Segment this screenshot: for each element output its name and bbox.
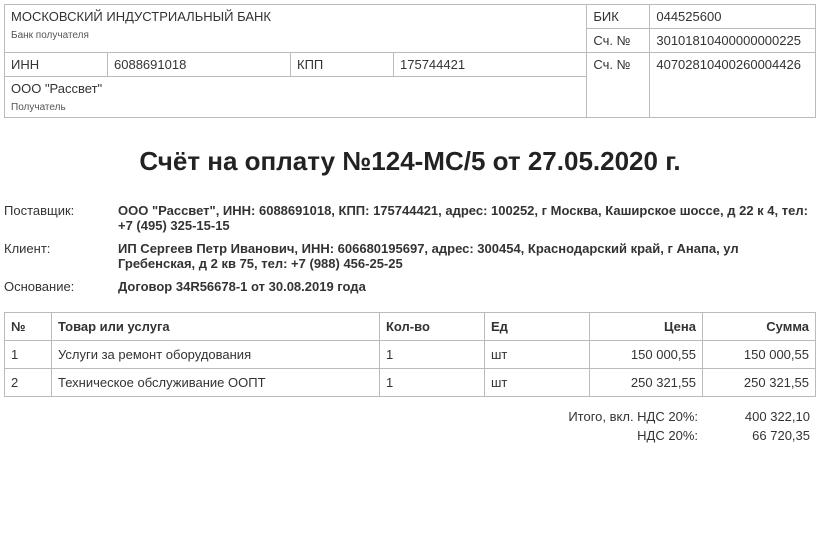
bank-requisites-table: МОСКОВСКИЙ ИНДУСТРИАЛЬНЫЙ БАНК Банк полу… xyxy=(4,4,816,118)
supplier-label: Поставщик: xyxy=(4,199,114,237)
recipient-bank-label: Банк получателя xyxy=(11,30,580,41)
bik-label: БИК xyxy=(587,5,650,29)
col-unit: Ед xyxy=(485,313,590,341)
cell-price: 250 321,55 xyxy=(590,369,703,397)
cell-unit: шт xyxy=(485,369,590,397)
recipient-label: Получатель xyxy=(11,102,580,113)
corr-account-label: Сч. № xyxy=(587,29,650,53)
invoice-title: Счёт на оплату №124-МС/5 от 27.05.2020 г… xyxy=(4,146,816,177)
total-value: 400 322,10 xyxy=(704,407,816,426)
col-sum: Сумма xyxy=(703,313,816,341)
kpp-value: 175744421 xyxy=(394,53,587,77)
col-name: Товар или услуга xyxy=(52,313,380,341)
cell-unit: шт xyxy=(485,341,590,369)
cell-price: 150 000,55 xyxy=(590,341,703,369)
cell-num: 2 xyxy=(5,369,52,397)
vat-value: 66 720,35 xyxy=(704,426,816,445)
col-qty: Кол-во xyxy=(380,313,485,341)
cell-sum: 250 321,55 xyxy=(703,369,816,397)
inn-label: ИНН xyxy=(5,53,108,77)
basis-value: Договор 34R56678-1 от 30.08.2019 года xyxy=(114,275,816,298)
cell-name: Услуги за ремонт оборудования xyxy=(52,341,380,369)
account-label: Сч. № xyxy=(587,53,650,118)
client-value: ИП Сергеев Петр Иванович, ИНН: 606680195… xyxy=(114,237,816,275)
totals-table: Итого, вкл. НДС 20%: 400 322,10 НДС 20%:… xyxy=(4,407,816,445)
basis-label: Основание: xyxy=(4,275,114,298)
corr-account-value: 30101810400000000225 xyxy=(650,29,816,53)
cell-num: 1 xyxy=(5,341,52,369)
col-num: № xyxy=(5,313,52,341)
kpp-label: КПП xyxy=(291,53,394,77)
bik-value: 044525600 xyxy=(650,5,816,29)
col-price: Цена xyxy=(590,313,703,341)
table-row: 1 Услуги за ремонт оборудования 1 шт 150… xyxy=(5,341,816,369)
cell-sum: 150 000,55 xyxy=(703,341,816,369)
total-label: Итого, вкл. НДС 20%: xyxy=(4,407,704,426)
inn-value: 6088691018 xyxy=(108,53,291,77)
recipient-name: ООО "Рассвет" xyxy=(11,81,580,96)
client-label: Клиент: xyxy=(4,237,114,275)
vat-label: НДС 20%: xyxy=(4,426,704,445)
table-row: 2 Техническое обслуживание ООПТ 1 шт 250… xyxy=(5,369,816,397)
cell-qty: 1 xyxy=(380,341,485,369)
cell-qty: 1 xyxy=(380,369,485,397)
cell-name: Техническое обслуживание ООПТ xyxy=(52,369,380,397)
parties-table: Поставщик: ООО "Рассвет", ИНН: 608869101… xyxy=(4,199,816,298)
bank-name: МОСКОВСКИЙ ИНДУСТРИАЛЬНЫЙ БАНК xyxy=(11,9,580,24)
supplier-value: ООО "Рассвет", ИНН: 6088691018, КПП: 175… xyxy=(114,199,816,237)
account-value: 40702810400260004426 xyxy=(650,53,816,118)
items-table: № Товар или услуга Кол-во Ед Цена Сумма … xyxy=(4,312,816,397)
